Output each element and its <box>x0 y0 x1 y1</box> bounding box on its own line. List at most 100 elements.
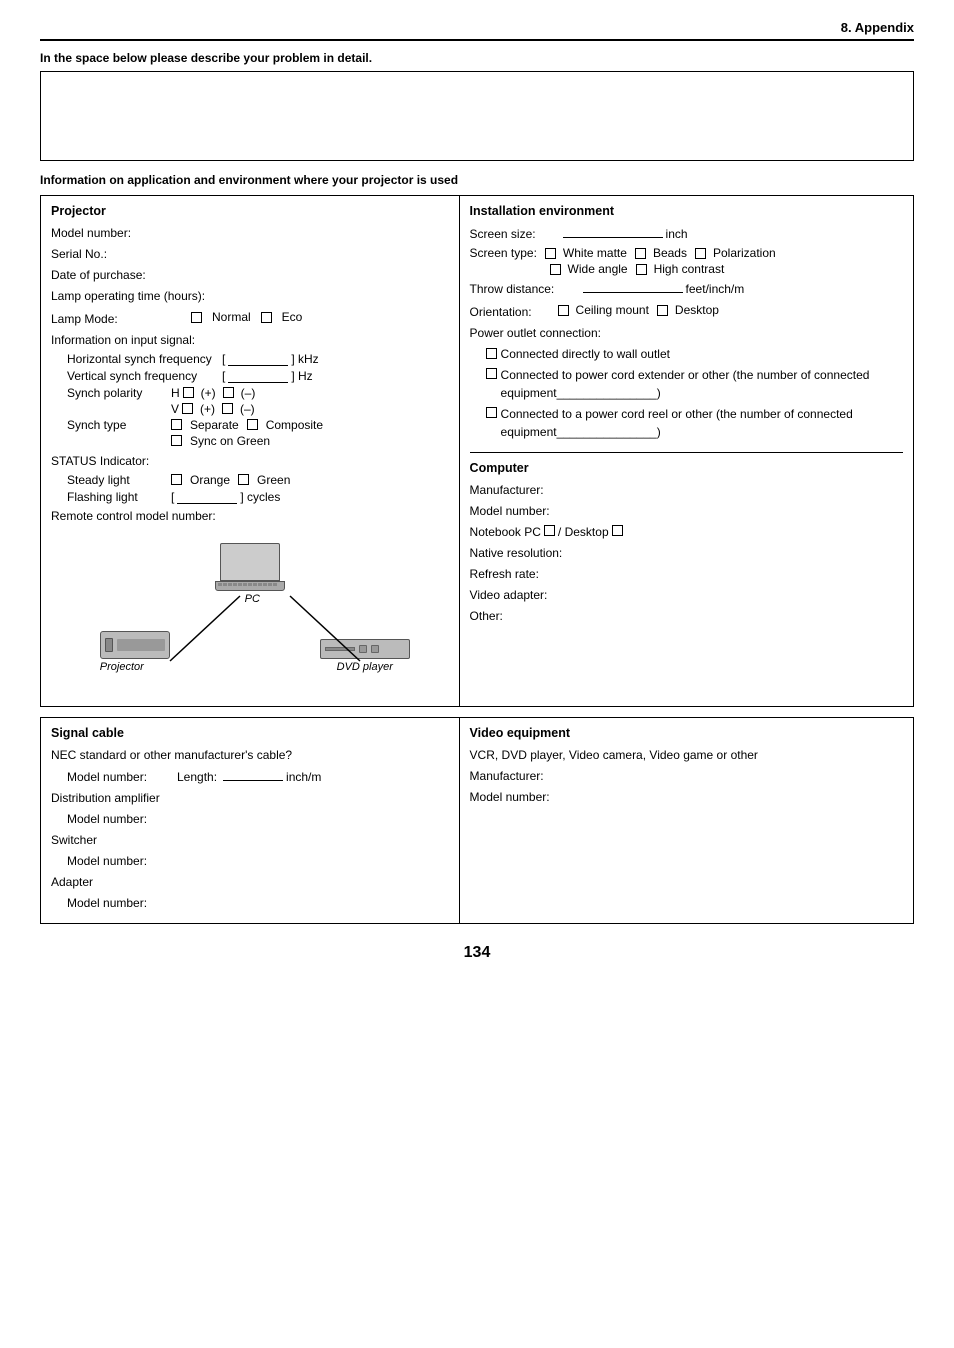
switcher-row: Switcher <box>51 831 449 849</box>
lamp-normal-checkbox[interactable] <box>191 312 202 323</box>
desktop2-checkbox[interactable] <box>612 525 623 536</box>
date-purchase-row: Date of purchase: <box>51 266 449 284</box>
ceiling-mount-label: Ceiling mount <box>576 301 649 319</box>
main-grid: Projector Model number: Serial No.: Date… <box>40 195 914 707</box>
v-minus-checkbox[interactable] <box>222 403 233 414</box>
separate-checkbox[interactable] <box>171 419 182 430</box>
horiz-synch-label: Horizontal synch frequency <box>67 352 222 366</box>
cable-model-row: Model number: Length: inch/m <box>51 767 449 786</box>
screen-size-value[interactable] <box>563 224 663 238</box>
dvd-body <box>320 639 410 659</box>
orientation-label: Orientation: <box>470 303 550 321</box>
white-matte-label: White matte <box>563 246 627 260</box>
laptop-keys <box>216 582 284 587</box>
computer-model-row: Model number: <box>470 502 903 520</box>
synch-polarity-row: Synch polarity H (+) (–) V (+) (–) <box>51 386 449 416</box>
lamp-mode-label: Lamp Mode: <box>51 310 181 328</box>
cable-length-label: Length: <box>177 768 217 786</box>
switcher-model-label: Model number: <box>67 852 147 870</box>
green-checkbox[interactable] <box>238 474 249 485</box>
native-resolution-row: Native resolution: <box>470 544 903 562</box>
horiz-bracket-close: ] kHz <box>291 352 318 366</box>
serial-no-label: Serial No.: <box>51 245 107 263</box>
horiz-value[interactable] <box>228 352 288 366</box>
wall-outlet-label: Connected directly to wall outlet <box>501 345 670 363</box>
screen-size-row: Screen size: inch <box>470 224 903 243</box>
wide-angle-checkbox[interactable] <box>550 264 561 275</box>
power-outlet-extender-row: Connected to power cord extender or othe… <box>470 366 903 402</box>
computer-model-label: Model number: <box>470 502 550 520</box>
high-contrast-label: High contrast <box>654 262 725 276</box>
header-title: 8. Appendix <box>841 20 914 35</box>
synch-h-plus-cb: H (+) (–) <box>171 386 255 400</box>
screen-type-label: Screen type: <box>470 246 537 260</box>
h-plus-checkbox[interactable] <box>183 387 194 398</box>
projector-diagram: Projector <box>100 631 170 673</box>
video-equipment-title: Video equipment <box>470 726 903 740</box>
info-label: Information on application and environme… <box>40 173 914 187</box>
throw-distance-value[interactable] <box>583 279 683 293</box>
notebook-checkbox[interactable] <box>544 525 555 536</box>
orange-checkbox[interactable] <box>171 474 182 485</box>
separate-label: Separate <box>190 418 239 432</box>
page-number: 134 <box>40 944 914 962</box>
orange-label: Orange <box>190 473 230 487</box>
wall-outlet-checkbox[interactable] <box>486 348 497 359</box>
notebook-slash: / Desktop <box>558 523 609 541</box>
sync-green-checkbox[interactable] <box>171 435 182 446</box>
h-minus-checkbox[interactable] <box>223 387 234 398</box>
vert-synch-label: Vertical synch frequency <box>67 369 222 383</box>
proj-body <box>100 631 170 659</box>
adapter-row: Adapter <box>51 873 449 891</box>
horiz-synch-row: Horizontal synch frequency [ ] kHz <box>51 352 449 366</box>
lamp-eco-checkbox[interactable] <box>261 312 272 323</box>
video-model-label: Model number: <box>470 788 550 806</box>
cable-length-value[interactable] <box>223 767 283 781</box>
projector-section: Projector Model number: Serial No.: Date… <box>41 196 460 706</box>
other-label: Other: <box>470 607 503 625</box>
video-equipment-section: Video equipment VCR, DVD player, Video c… <box>460 718 913 923</box>
synch-type-label: Synch type <box>67 418 167 432</box>
orientation-row: Orientation: Ceiling mount Desktop <box>470 301 903 321</box>
problem-input-box[interactable] <box>40 71 914 161</box>
status-indicator-label: STATUS Indicator: <box>51 452 149 470</box>
signal-cable-section: Signal cable NEC standard or other manuf… <box>41 718 460 923</box>
laptop-keyboard <box>215 581 285 591</box>
power-outlet-label: Power outlet connection: <box>470 324 601 342</box>
dvd-btn1 <box>359 645 367 653</box>
extender-label: Connected to power cord extender or othe… <box>501 366 903 402</box>
screen-size-unit: inch <box>666 225 688 243</box>
beads-label: Beads <box>653 246 687 260</box>
extender-checkbox[interactable] <box>486 368 497 379</box>
synch-v-plus-cb: V (+) (–) <box>171 402 255 416</box>
computer-manufacturer-label: Manufacturer: <box>470 481 544 499</box>
desktop-checkbox[interactable] <box>657 305 668 316</box>
vert-value[interactable] <box>228 369 288 383</box>
diagram-container: PC Projector DV <box>90 538 410 688</box>
date-purchase-label: Date of purchase: <box>51 266 146 284</box>
high-contrast-checkbox[interactable] <box>636 264 647 275</box>
polarization-checkbox[interactable] <box>695 248 706 259</box>
dvd-diagram: DVD player <box>320 639 410 673</box>
power-outlet-wall-row: Connected directly to wall outlet <box>470 345 903 363</box>
video-adapter-label: Video adapter: <box>470 586 548 604</box>
horiz-bracket-open: [ <box>222 352 225 366</box>
flashing-unit: ] cycles <box>240 490 280 504</box>
video-adapter-row: Video adapter: <box>470 586 903 604</box>
page-header: 8. Appendix <box>40 20 914 41</box>
reel-checkbox[interactable] <box>486 407 497 418</box>
projector-label: Projector <box>100 661 170 673</box>
v-plus-checkbox[interactable] <box>182 403 193 414</box>
composite-checkbox[interactable] <box>247 419 258 430</box>
flashing-value[interactable] <box>177 490 237 504</box>
white-matte-checkbox[interactable] <box>545 248 556 259</box>
dist-amplifier-row: Distribution amplifier <box>51 789 449 807</box>
ceiling-mount-checkbox[interactable] <box>558 305 569 316</box>
remote-control-label: Remote control model number: <box>51 507 216 525</box>
native-resolution-label: Native resolution: <box>470 544 563 562</box>
synch-type-row: Synch type Separate Composite Sync on Gr… <box>51 418 449 448</box>
problem-label: In the space below please describe your … <box>40 51 914 65</box>
computer-section: Computer Manufacturer: Model number: Not… <box>470 461 903 625</box>
lamp-eco-label: Eco <box>282 308 303 326</box>
beads-checkbox[interactable] <box>635 248 646 259</box>
